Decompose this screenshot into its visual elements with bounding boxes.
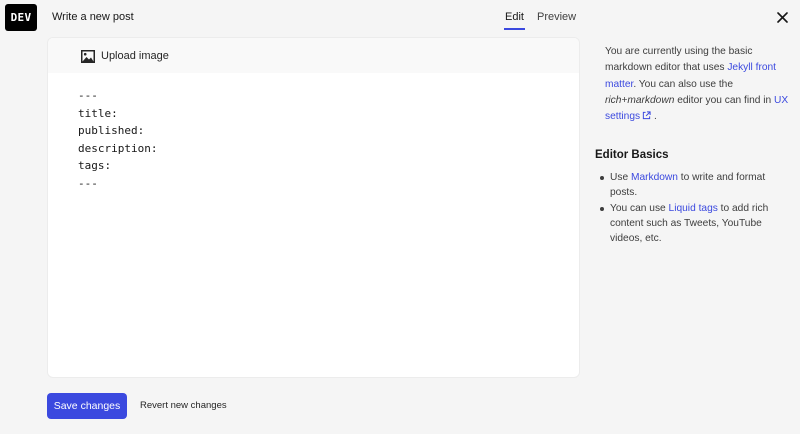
editor-card: Upload image --- title: published: descr…	[47, 37, 580, 378]
list-item: Use Markdown to write and format posts.	[598, 170, 793, 201]
list-item: You can use Liquid tags to add rich cont…	[598, 201, 793, 247]
help-intro-3: editor you can find in	[674, 94, 775, 106]
basics-item-pre: Use	[610, 172, 631, 183]
rich-markdown-text: rich+markdown	[605, 94, 675, 106]
bullet-icon	[600, 206, 604, 211]
save-changes-button[interactable]: Save changes	[47, 393, 127, 419]
basics-item-pre: You can use	[610, 202, 669, 214]
upload-image-label: Upload image	[101, 50, 169, 62]
page-title: Write a new post	[52, 11, 134, 23]
tab-preview[interactable]: Preview	[537, 11, 576, 23]
editor-toolbar: Upload image	[48, 38, 579, 73]
liquid-tags-link[interactable]: Liquid tags	[669, 203, 718, 214]
help-intro-4: .	[651, 111, 657, 123]
editor-header: DEV Write a new post Edit Preview	[0, 0, 800, 36]
editor-basics-heading: Editor Basics	[595, 149, 669, 161]
close-icon	[776, 11, 788, 23]
editor-basics-list: Use Markdown to write and format posts. …	[598, 170, 793, 246]
markdown-editor-textarea[interactable]: --- title: published: description: tags:…	[78, 87, 558, 357]
editor-help-text: You are currently using the basic markdo…	[605, 44, 795, 125]
bullet-icon	[600, 176, 604, 180]
help-intro-2: . You can also use the	[633, 78, 734, 90]
close-button[interactable]	[773, 8, 791, 26]
dev-logo[interactable]: DEV	[5, 4, 37, 31]
external-link-icon	[642, 111, 651, 120]
revert-changes-button[interactable]: Revert new changes	[140, 400, 227, 411]
markdown-link[interactable]: Markdown	[631, 172, 678, 183]
tab-edit[interactable]: Edit	[504, 11, 525, 30]
upload-image-button[interactable]: Upload image	[81, 47, 169, 65]
image-icon	[81, 49, 95, 63]
